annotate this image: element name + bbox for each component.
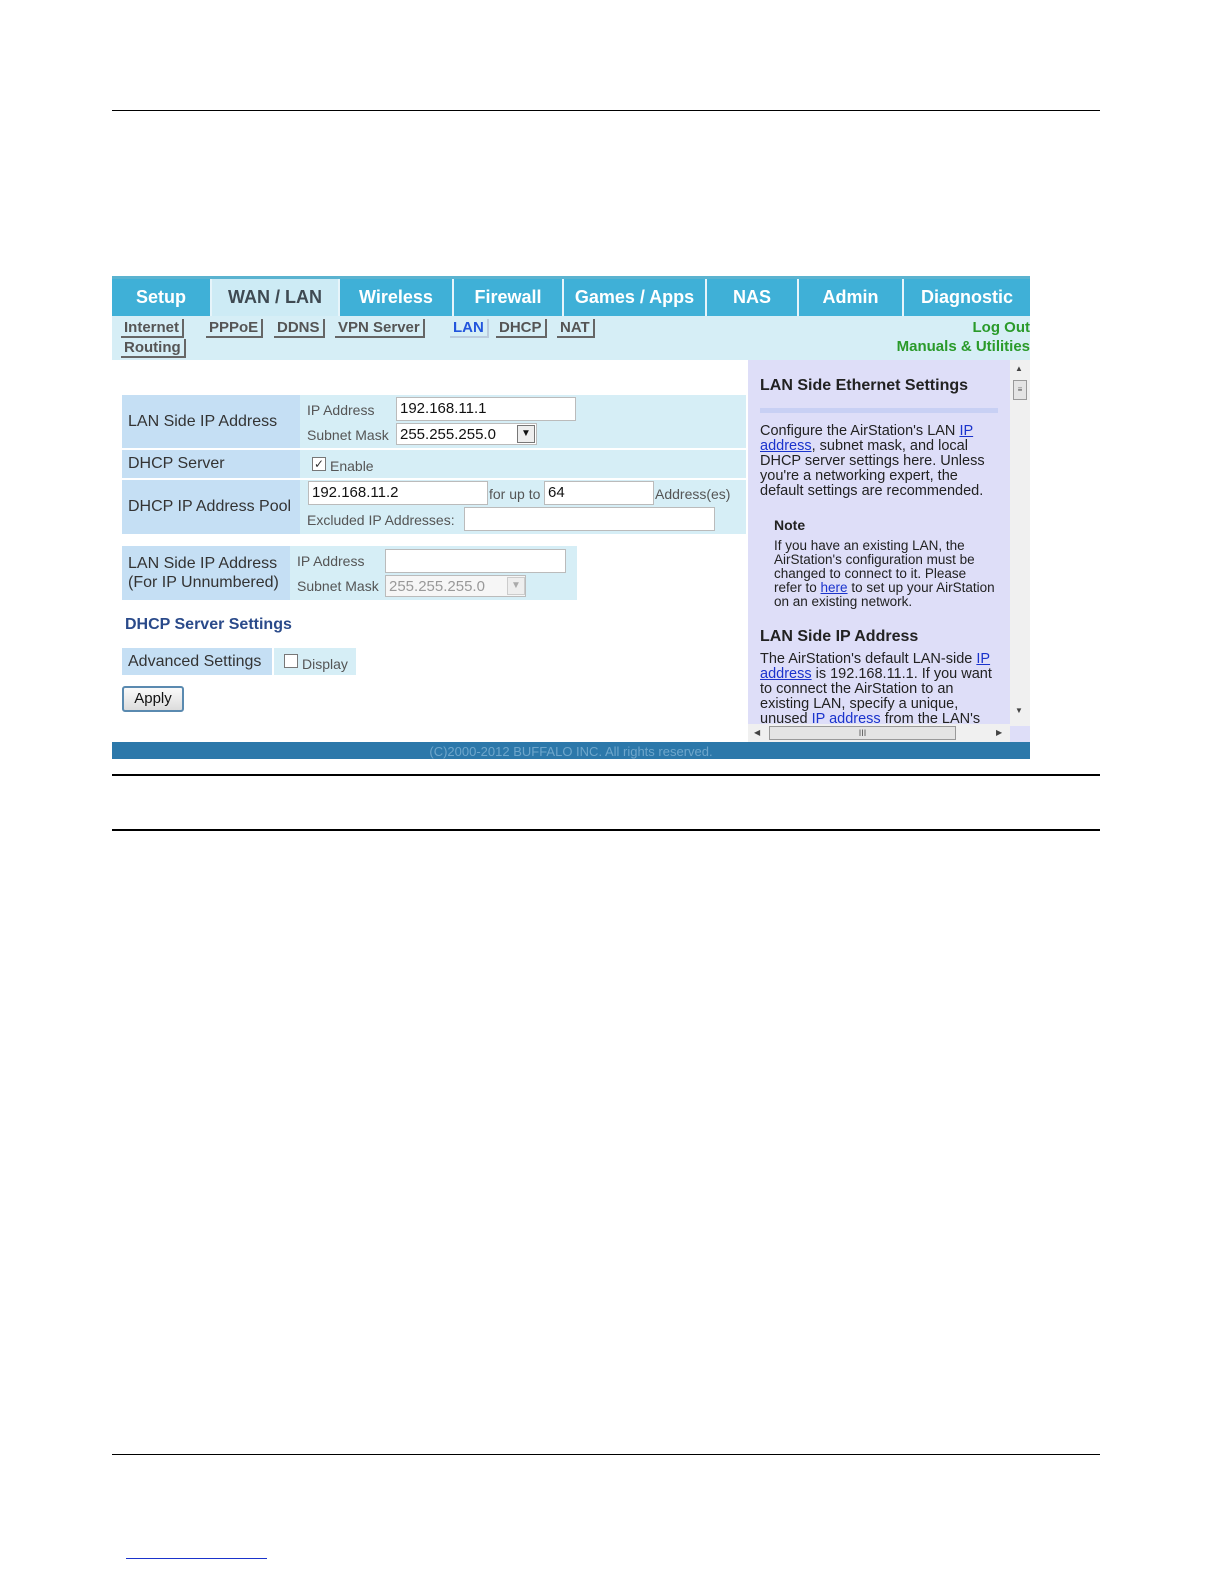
page-footer-rule: [112, 1454, 1100, 1455]
scroll-right-arrow-icon[interactable]: ▶: [996, 728, 1002, 737]
help-title: LAN Side Ethernet Settings: [760, 377, 969, 394]
tab-firewall[interactable]: Firewall: [454, 279, 564, 316]
tab-wireless[interactable]: Wireless: [340, 279, 454, 316]
h-scroll-thumb[interactable]: III: [769, 726, 956, 740]
help-intro-text: Configure the AirStation's LAN: [760, 423, 960, 439]
tab-diagnostic[interactable]: Diagnostic: [904, 279, 1030, 316]
subnet-mask-dropdown-icon[interactable]: ▼: [517, 425, 535, 443]
main-tab-bar: Setup WAN / LAN Wireless Firewall Games …: [112, 276, 1030, 316]
router-config-screenshot: Setup WAN / LAN Wireless Firewall Games …: [112, 276, 1030, 759]
help-note-title: Note: [774, 517, 806, 533]
subnet-mask-select[interactable]: 255.255.255.0: [396, 423, 537, 445]
help-vertical-scrollbar[interactable]: ▲ ≡ ▼: [1010, 360, 1030, 726]
sub-nav-bar: Internet PPPoE DDNS VPN Server LAN DHCP …: [112, 316, 1030, 360]
unnumbered-mask-select[interactable]: 255.255.255.0: [385, 575, 526, 597]
scroll-left-arrow-icon[interactable]: ◀: [754, 728, 760, 737]
subtab-nat[interactable]: NAT: [557, 319, 595, 338]
unnumbered-label-line1: LAN Side IP Address: [128, 555, 278, 572]
unnumbered-mask-label: Subnet Mask: [297, 578, 379, 594]
subtab-dhcp[interactable]: DHCP: [496, 319, 547, 338]
dhcp-pool-label-text: DHCP IP Address Pool: [128, 498, 292, 515]
tab-admin[interactable]: Admin: [799, 279, 904, 316]
dhcp-pool-label: DHCP IP Address Pool: [122, 480, 300, 534]
subtab-internet[interactable]: Internet: [121, 319, 185, 338]
scroll-down-arrow-icon[interactable]: ▼: [1015, 706, 1023, 715]
caption-bottom-rule: [112, 829, 1100, 831]
help-section2: The AirStation's default LAN-side IP add…: [760, 652, 1000, 727]
help-pane: LAN Side Ethernet Settings Configure the…: [748, 360, 1030, 743]
apply-button[interactable]: Apply: [122, 686, 184, 712]
display-label: Display: [302, 656, 348, 672]
tab-games-apps[interactable]: Games / Apps: [564, 279, 707, 316]
dhcp-enable-label: Enable: [330, 458, 374, 474]
subtab-pppoe[interactable]: PPPoE: [206, 319, 264, 338]
dhcp-server-label: DHCP Server: [122, 450, 300, 478]
help-section2-text: The AirStation's default LAN-side: [760, 651, 977, 667]
lan-ip-label: LAN Side IP Address: [122, 395, 300, 448]
footnote-rule: [126, 1558, 267, 1559]
tab-wan-lan[interactable]: WAN / LAN: [212, 279, 340, 316]
logout-link[interactable]: Log Out: [973, 319, 1030, 336]
dhcp-server-label-text: DHCP Server: [128, 455, 225, 472]
advanced-settings-label-text: Advanced Settings: [128, 652, 262, 670]
unnumbered-ip-label: IP Address: [297, 553, 365, 569]
unnumbered-label-line2: (For IP Unnumbered): [128, 574, 279, 591]
help-title-divider: [760, 408, 998, 413]
unnumbered-label: LAN Side IP Address (For IP Unnumbered): [122, 546, 290, 600]
dhcp-settings-heading: DHCP Server Settings: [125, 616, 292, 633]
dhcp-enable-checkbox[interactable]: ✓: [312, 457, 326, 471]
addresses-label: Address(es): [655, 486, 731, 502]
for-up-to-label: for up to: [489, 486, 541, 502]
lan-ip-label-text: LAN Side IP Address: [128, 412, 278, 430]
pool-count-input[interactable]: 64: [544, 481, 654, 505]
subtab-routing[interactable]: Routing: [121, 339, 186, 358]
unnumbered-mask-dropdown-icon[interactable]: ▼: [507, 577, 525, 595]
unnumbered-ip-input[interactable]: [385, 549, 566, 573]
pool-start-input[interactable]: 192.168.11.2: [308, 481, 488, 505]
subtab-vpn-server[interactable]: VPN Server: [335, 319, 425, 338]
footer-bar: (C)2000-2012 BUFFALO INC. All rights res…: [112, 742, 1030, 759]
ip-address-input[interactable]: 192.168.11.1: [396, 397, 576, 421]
unnumbered-label-text: LAN Side IP Address (For IP Unnumbered): [128, 554, 279, 592]
display-checkbox[interactable]: [284, 654, 298, 668]
caption-top-rule: [112, 774, 1100, 776]
help-intro: Configure the AirStation's LAN IP addres…: [760, 424, 1000, 499]
page-header-rule: [112, 110, 1100, 111]
tab-setup[interactable]: Setup: [112, 279, 212, 316]
help-here-link[interactable]: here: [821, 580, 848, 595]
scroll-thumb[interactable]: ≡: [1013, 380, 1027, 400]
scroll-up-arrow-icon[interactable]: ▲: [1015, 364, 1023, 373]
subnet-mask-label: Subnet Mask: [307, 427, 389, 443]
copyright-text: (C)2000-2012 BUFFALO INC. All rights res…: [429, 744, 713, 759]
advanced-settings-label: Advanced Settings: [122, 648, 272, 675]
help-note: If you have an existing LAN, the AirStat…: [774, 539, 996, 609]
help-horizontal-scrollbar[interactable]: ◀ III ▶: [748, 724, 1010, 743]
help-section2-title: LAN Side IP Address: [760, 628, 919, 645]
subtab-lan[interactable]: LAN: [450, 319, 489, 338]
tab-nas[interactable]: NAS: [707, 279, 799, 316]
excluded-label: Excluded IP Addresses:: [307, 512, 455, 528]
excluded-input[interactable]: [464, 507, 715, 531]
subtab-ddns[interactable]: DDNS: [274, 319, 325, 338]
ip-address-label: IP Address: [307, 402, 375, 418]
manuals-utilities-link[interactable]: Manuals & Utilities: [897, 338, 1030, 355]
